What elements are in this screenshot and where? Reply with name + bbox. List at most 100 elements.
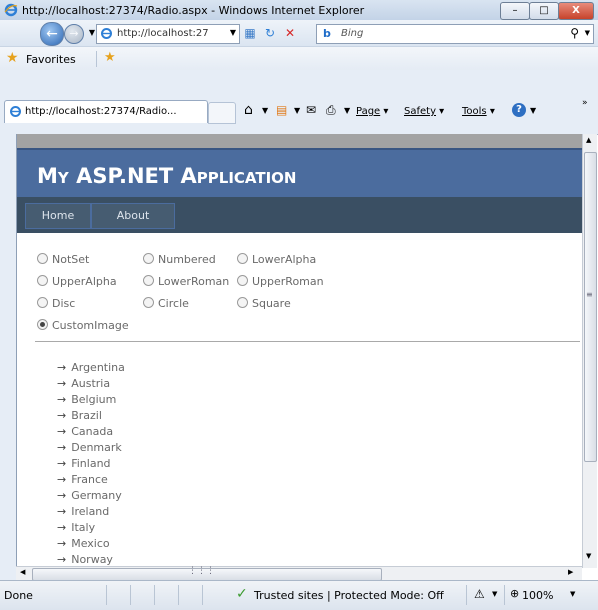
scroll-left-icon[interactable]: ◀ bbox=[20, 568, 25, 576]
arrow-bullet-icon: → bbox=[57, 393, 67, 406]
add-favorite-icon[interactable]: ★ bbox=[104, 50, 116, 65]
list-item: → Belgium bbox=[57, 393, 116, 406]
scroll-down-icon[interactable]: ▼ bbox=[586, 552, 591, 560]
site-title: My ASP.NET Application bbox=[37, 164, 297, 188]
page-viewport: My ASP.NET Application Home About NotSet… bbox=[16, 134, 583, 566]
chevron-more-icon[interactable]: » bbox=[582, 98, 588, 108]
tab-label: http://localhost:27374/Radio... bbox=[25, 106, 177, 117]
search-placeholder: Bing bbox=[341, 28, 364, 39]
mail-icon[interactable]: ✉ bbox=[306, 103, 316, 117]
vertical-scroll-thumb[interactable] bbox=[584, 152, 597, 462]
chevron-down-icon[interactable]: ▼ bbox=[492, 590, 497, 598]
list-item-label: Germany bbox=[71, 489, 122, 502]
feeds-icon[interactable]: ▤ bbox=[276, 103, 287, 117]
status-text: Done bbox=[4, 589, 33, 602]
radio-button[interactable] bbox=[37, 253, 48, 264]
list-item: → France bbox=[57, 473, 108, 486]
page-menu[interactable]: Page ▾ bbox=[356, 106, 388, 117]
horizontal-scrollbar[interactable]: ◀ ⋮⋮⋮ ▶ bbox=[16, 566, 582, 581]
radio-circle[interactable]: Circle bbox=[143, 297, 189, 310]
window-titlebar: http://localhost:27374/Radio.aspx - Wind… bbox=[0, 0, 598, 21]
radio-button[interactable] bbox=[37, 297, 48, 308]
zoom-level[interactable]: 100% bbox=[522, 589, 553, 602]
new-tab-button[interactable] bbox=[208, 102, 236, 124]
feeds-dropdown-icon[interactable]: ▼ bbox=[294, 106, 300, 115]
minimize-button[interactable]: – bbox=[500, 2, 530, 20]
arrow-bullet-icon: → bbox=[57, 441, 67, 454]
arrow-bullet-icon: → bbox=[57, 553, 67, 566]
menu-home[interactable]: Home bbox=[25, 203, 91, 229]
menu-about[interactable]: About bbox=[91, 203, 175, 229]
close-button[interactable]: X bbox=[558, 2, 594, 20]
print-icon[interactable]: ⎙ bbox=[326, 103, 336, 118]
arrow-bullet-icon: → bbox=[57, 457, 67, 470]
radio-button[interactable] bbox=[37, 275, 48, 286]
list-item-label: France bbox=[71, 473, 108, 486]
radio-button[interactable] bbox=[237, 275, 248, 286]
radio-numbered[interactable]: Numbered bbox=[143, 253, 216, 266]
radio-label: NotSet bbox=[52, 253, 90, 266]
radio-lowerroman[interactable]: LowerRoman bbox=[143, 275, 229, 288]
list-item: → Norway bbox=[57, 553, 113, 566]
tab-radio-page[interactable]: http://localhost:27374/Radio... bbox=[4, 100, 208, 123]
main-content: NotSet Numbered LowerAlpha UpperAlpha Lo… bbox=[17, 233, 583, 566]
arrow-bullet-icon: → bbox=[57, 425, 67, 438]
tools-menu-label: Tools bbox=[462, 106, 487, 117]
grip-icon: ≡ bbox=[586, 290, 593, 299]
home-dropdown-icon[interactable]: ▼ bbox=[262, 106, 268, 115]
back-button[interactable]: ← bbox=[40, 22, 64, 46]
list-item: → Canada bbox=[57, 425, 113, 438]
forward-button[interactable]: → bbox=[64, 24, 84, 44]
radio-notset[interactable]: NotSet bbox=[37, 253, 89, 266]
list-item-label: Finland bbox=[71, 457, 111, 470]
refresh-icon[interactable]: ↻ bbox=[262, 25, 278, 41]
radio-button[interactable] bbox=[237, 297, 248, 308]
popup-blocker-icon[interactable]: ⚠ bbox=[474, 587, 485, 601]
list-item: → Mexico bbox=[57, 537, 110, 550]
radio-customimage[interactable]: CustomImage bbox=[37, 319, 129, 332]
maximize-button[interactable]: □ bbox=[529, 2, 559, 20]
radio-upperroman[interactable]: UpperRoman bbox=[237, 275, 324, 288]
security-zone[interactable]: Trusted sites | Protected Mode: Off bbox=[254, 589, 444, 602]
favorites-button[interactable]: Favorites bbox=[26, 53, 76, 66]
search-icon[interactable]: ⚲ bbox=[570, 26, 579, 40]
stop-icon[interactable]: ✕ bbox=[282, 25, 298, 41]
radio-label: Disc bbox=[52, 297, 76, 310]
chevron-down-icon[interactable]: ▼ bbox=[230, 28, 236, 37]
radio-square[interactable]: Square bbox=[237, 297, 291, 310]
search-field[interactable]: b Bing ⚲ ▼ bbox=[316, 24, 594, 44]
address-toolbar: ← → ▼ http://localhost:27 ▼ ▦ ↻ ✕ b Bing… bbox=[0, 20, 598, 46]
address-url: http://localhost:27 bbox=[117, 28, 209, 39]
list-item-label: Norway bbox=[71, 553, 113, 566]
radio-button[interactable] bbox=[143, 275, 154, 286]
zoom-dropdown-icon[interactable]: ▼ bbox=[570, 590, 575, 598]
radio-label: LowerAlpha bbox=[252, 253, 317, 266]
radio-button[interactable] bbox=[143, 253, 154, 264]
address-field[interactable]: http://localhost:27 ▼ bbox=[96, 24, 240, 44]
radio-label: Numbered bbox=[158, 253, 216, 266]
home-icon[interactable]: ⌂ bbox=[244, 102, 253, 118]
favorites-star-icon[interactable]: ★ bbox=[6, 50, 19, 66]
search-dropdown-icon[interactable]: ▼ bbox=[585, 29, 590, 37]
vertical-scrollbar[interactable]: ▲ ≡ ▼ bbox=[582, 134, 597, 568]
radio-button[interactable] bbox=[143, 297, 154, 308]
scroll-right-icon[interactable]: ▶ bbox=[568, 568, 573, 576]
tools-menu[interactable]: Tools ▾ bbox=[462, 106, 495, 117]
divider bbox=[154, 585, 155, 605]
radio-button[interactable] bbox=[237, 253, 248, 264]
radio-disc[interactable]: Disc bbox=[37, 297, 75, 310]
arrow-bullet-icon: → bbox=[57, 489, 67, 502]
list-item-label: Ireland bbox=[71, 505, 110, 518]
divider bbox=[35, 341, 580, 342]
radio-upperalpha[interactable]: UpperAlpha bbox=[37, 275, 117, 288]
list-item: → Argentina bbox=[57, 361, 125, 374]
print-dropdown-icon[interactable]: ▼ bbox=[344, 106, 350, 115]
radio-loweralpha[interactable]: LowerAlpha bbox=[237, 253, 316, 266]
radio-button-selected[interactable] bbox=[37, 319, 48, 330]
compatibility-view-icon[interactable]: ▦ bbox=[242, 25, 258, 41]
help-icon[interactable]: ? bbox=[512, 103, 526, 117]
help-dropdown-icon[interactable]: ▼ bbox=[530, 106, 536, 115]
scroll-up-icon[interactable]: ▲ bbox=[586, 136, 591, 144]
arrow-bullet-icon: → bbox=[57, 537, 67, 550]
safety-menu[interactable]: Safety ▾ bbox=[404, 106, 444, 117]
